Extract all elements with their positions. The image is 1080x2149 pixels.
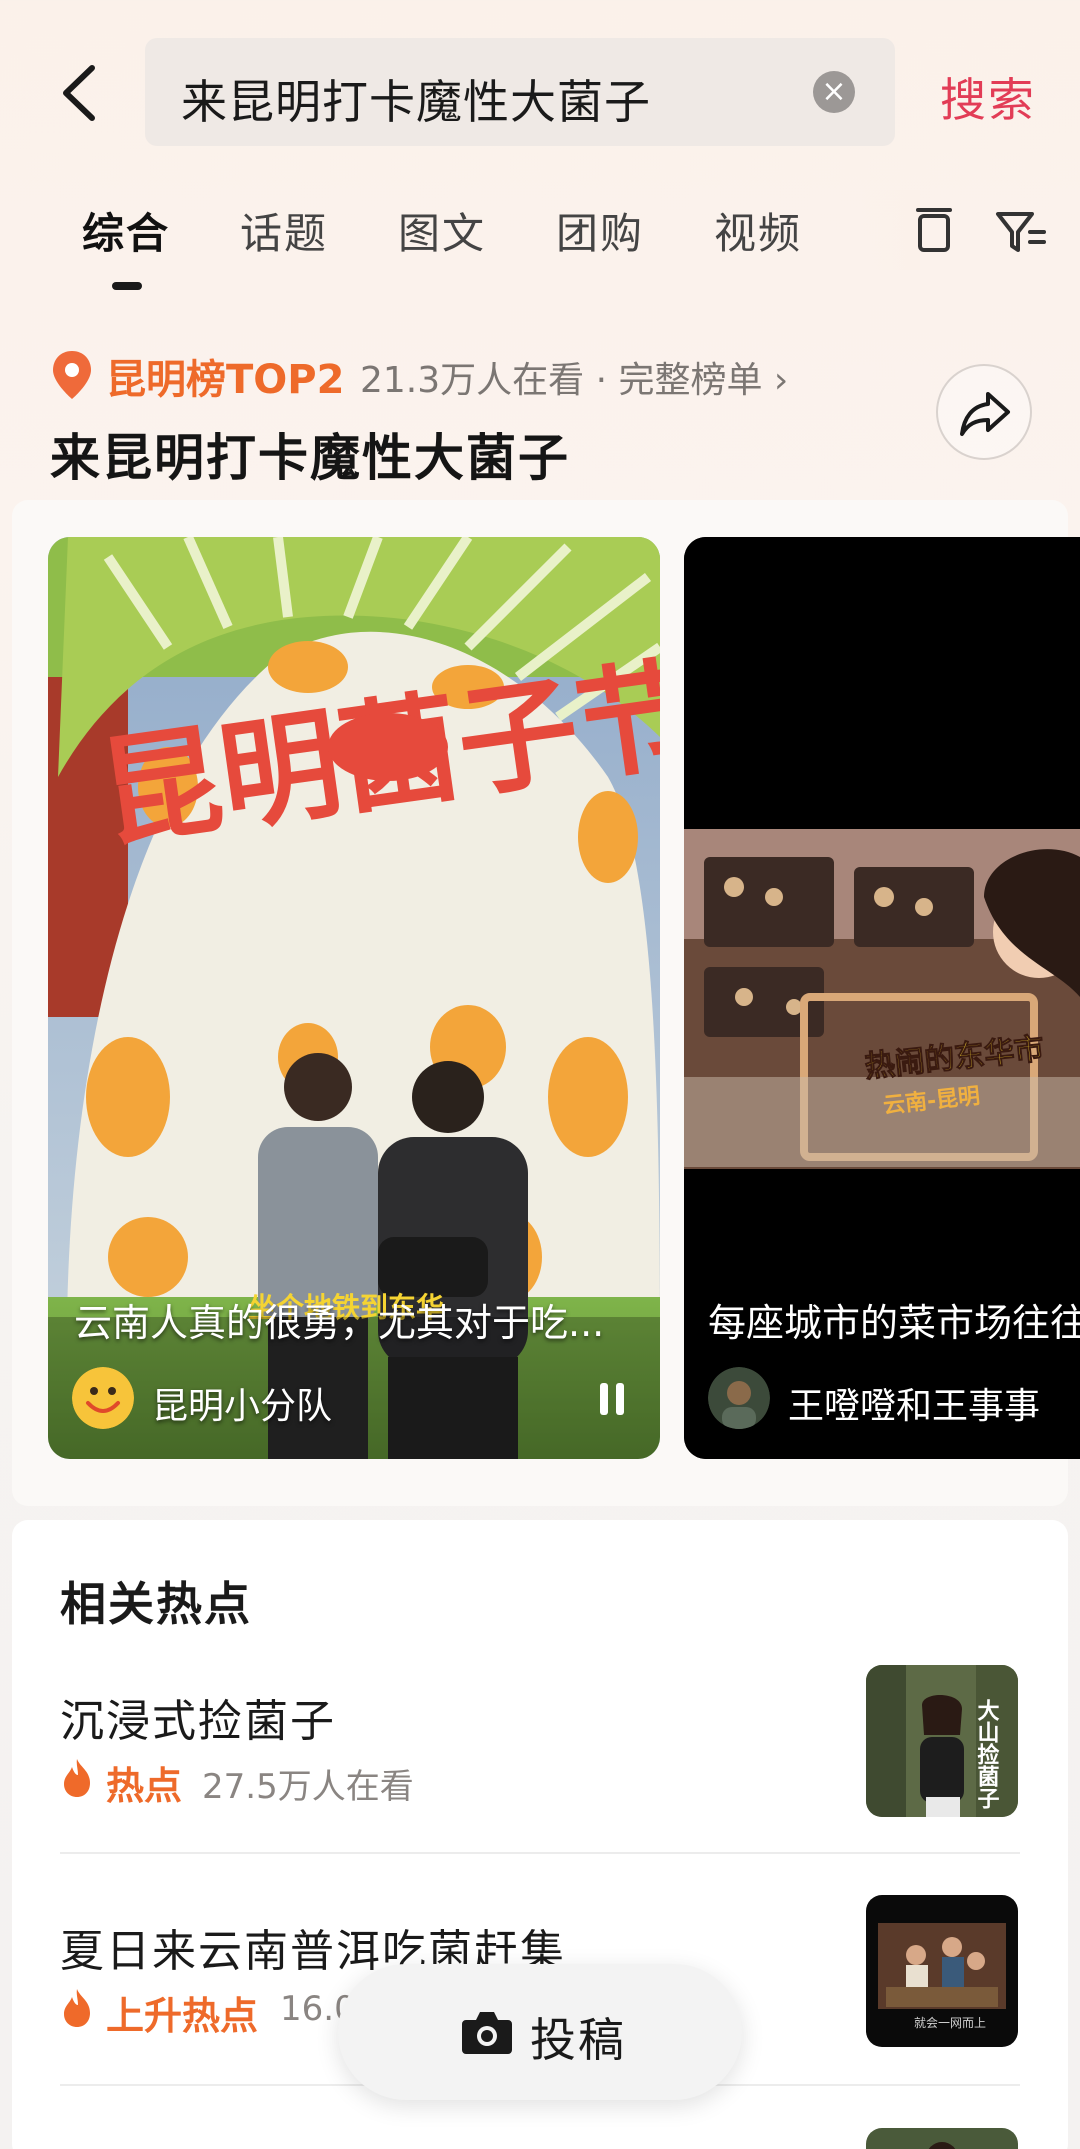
tab-comprehensive[interactable]: 综合	[82, 200, 170, 261]
hot-tag-label: 热点	[106, 1764, 183, 1808]
tab-video[interactable]: 视频	[714, 200, 802, 261]
hot-topic-thumbnail: 大山捡菌子	[866, 1665, 1018, 1817]
list-divider	[60, 1852, 1020, 1854]
camera-icon	[462, 2012, 512, 2054]
rank-title: 昆明榜TOP2	[106, 357, 345, 403]
video-author-name: 昆明小分队	[152, 1386, 333, 1427]
hot-topic-item[interactable]: 沉浸式捡菌子 热点 27.5万人在看 大山捡菌子	[60, 1665, 1020, 1885]
rank-meta[interactable]: 21.3万人在看 · 完整榜单 ›	[360, 351, 788, 403]
video-caption: 云南人真的很勇，尤其对于吃...	[74, 1301, 605, 1345]
hot-topic-views: 27.5万人在看	[202, 1767, 414, 1807]
tab-group-buy[interactable]: 团购	[556, 200, 644, 261]
filter-tabs: 综合 话题 图文 团购 视频	[0, 190, 1080, 300]
avatar[interactable]	[708, 1367, 770, 1429]
pause-icon[interactable]	[592, 1379, 632, 1419]
avatar[interactable]	[72, 1367, 134, 1429]
rank-info[interactable]: 昆明榜TOP2 21.3万人在看 · 完整榜单 ›	[50, 345, 850, 405]
video-author-row[interactable]: 王噔噔和王事事	[708, 1367, 1080, 1431]
search-input[interactable]: 来昆明打卡魔性大菌子 ×	[145, 38, 895, 146]
hot-topic-item[interactable]	[60, 2128, 1020, 2149]
video-card[interactable]: 昆明菌子节 坐个地铁到东华 云南人真的很勇，尤其对于吃... 昆明小分队	[48, 537, 660, 1459]
tab-topics[interactable]: 话题	[240, 200, 328, 261]
search-query-text: 来昆明打卡魔性大菌子	[181, 75, 651, 129]
page-title: 来昆明打卡魔性大菌子	[50, 429, 570, 487]
clear-search-icon[interactable]: ×	[813, 71, 855, 113]
hot-topic-title: 沉浸式捡菌子	[60, 1696, 336, 1747]
video-author-row[interactable]: 昆明小分队	[72, 1367, 632, 1431]
author-avatar-image	[708, 1367, 770, 1429]
layout-switch-icon[interactable]	[904, 202, 964, 262]
flame-icon	[64, 1989, 90, 2027]
back-arrow-icon[interactable]	[50, 60, 116, 126]
share-icon	[960, 392, 1010, 436]
post-button-label: 投稿	[530, 2013, 626, 2067]
smiley-avatar-icon	[72, 1367, 134, 1429]
thumb-caption: 就会一网而上	[914, 2016, 986, 2030]
video-card[interactable]: 热闹的东华市 云南-昆明 每座城市的菜市场往往 王噔噔和王事事	[684, 537, 1080, 1459]
hot-tag-label: 上升热点	[106, 1994, 259, 2038]
tab-image-text[interactable]: 图文	[398, 200, 486, 261]
flame-icon	[64, 1759, 90, 1797]
filter-icon[interactable]	[990, 202, 1050, 262]
post-button[interactable]: 投稿	[338, 1964, 742, 2100]
share-button[interactable]	[936, 364, 1032, 460]
video-author-name: 王噔噔和王事事	[788, 1386, 1041, 1427]
thumb-caption: 大山捡菌子	[974, 1699, 1000, 1810]
top-bar: 来昆明打卡魔性大菌子 × 搜索	[0, 38, 1080, 148]
location-pin-icon	[53, 351, 91, 399]
video-caption: 每座城市的菜市场往往	[708, 1301, 1080, 1345]
hot-topic-thumbnail: 就会一网而上	[866, 1895, 1018, 2047]
related-hot-heading: 相关热点	[60, 1577, 252, 1631]
hot-topic-thumbnail	[866, 2128, 1018, 2149]
search-button[interactable]: 搜索	[940, 64, 1036, 130]
active-tab-indicator	[112, 282, 142, 290]
